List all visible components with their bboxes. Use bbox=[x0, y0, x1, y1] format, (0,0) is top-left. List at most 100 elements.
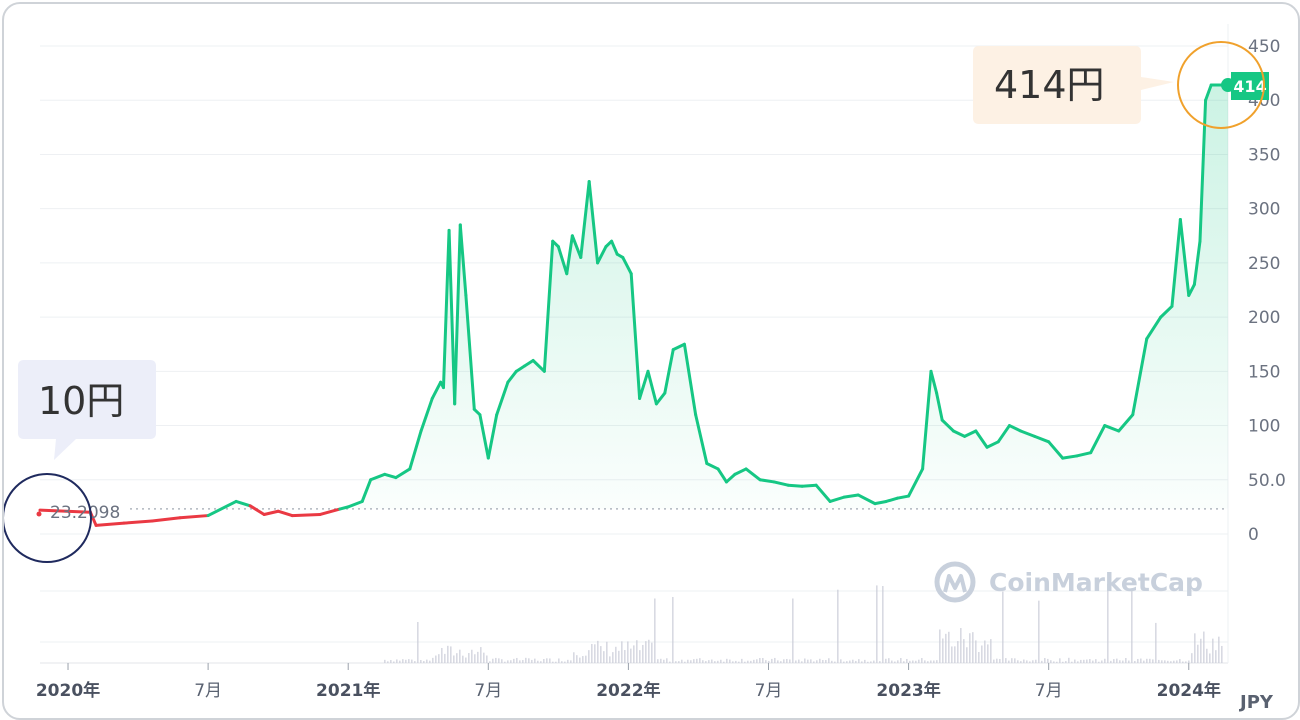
volume-bar bbox=[723, 661, 725, 663]
volume-bar bbox=[687, 659, 689, 663]
volume-bar bbox=[570, 660, 572, 663]
volume-bar bbox=[597, 640, 599, 663]
volume-bar bbox=[930, 660, 932, 663]
volume-bar bbox=[426, 659, 428, 663]
volume-bar bbox=[840, 659, 842, 663]
volume-bar bbox=[663, 659, 665, 663]
volume-bar bbox=[669, 661, 671, 663]
volume-bar bbox=[384, 659, 386, 663]
volume-bar bbox=[690, 660, 692, 663]
volume-bar bbox=[1194, 633, 1196, 663]
volume-bar bbox=[927, 661, 929, 663]
volume-bar bbox=[525, 657, 527, 663]
volume-bar bbox=[900, 658, 902, 663]
volume-bar bbox=[432, 657, 434, 663]
volume-bar bbox=[1185, 661, 1187, 663]
volume-bar bbox=[1158, 659, 1160, 663]
price-line-segment bbox=[248, 504, 266, 516]
volume-bar bbox=[801, 661, 803, 663]
volume-bar bbox=[735, 660, 737, 663]
volume-bar bbox=[939, 629, 941, 663]
volume-bar bbox=[993, 659, 995, 663]
volume-bar bbox=[714, 661, 716, 663]
volume-bar bbox=[942, 638, 944, 663]
volume-bar bbox=[1005, 658, 1007, 663]
y-tick-label: 100 bbox=[1248, 417, 1280, 437]
volume-bar bbox=[699, 658, 701, 663]
volume-bar bbox=[1191, 653, 1193, 663]
volume-bar bbox=[639, 650, 641, 663]
volume-bar bbox=[498, 658, 500, 663]
volume-bar bbox=[1146, 658, 1148, 663]
volume-bar bbox=[924, 660, 926, 663]
volume-bar bbox=[1044, 658, 1046, 663]
volume-bar bbox=[444, 653, 446, 663]
volume-bar bbox=[588, 650, 590, 663]
volume-bar bbox=[852, 659, 854, 663]
volume-bar bbox=[636, 640, 638, 663]
chart-card: CoinMarketCap 0 50.0 100 150 200 250 300 350 400… bbox=[2, 2, 1300, 720]
volume-bar bbox=[756, 659, 758, 663]
volume-bar bbox=[897, 660, 899, 663]
volume-bar bbox=[666, 658, 668, 663]
volume-bar bbox=[828, 658, 830, 663]
volume-bar bbox=[1017, 660, 1019, 663]
x-tick-label: 2021年 bbox=[316, 680, 380, 701]
volume-bar bbox=[582, 656, 584, 663]
volume-bar bbox=[513, 658, 515, 663]
x-tick-label: 7月 bbox=[755, 681, 783, 701]
volume-bar bbox=[981, 645, 983, 663]
volume-bar bbox=[693, 659, 695, 663]
volume-bar bbox=[771, 658, 773, 663]
volume-bar bbox=[552, 661, 554, 663]
volume-bar bbox=[879, 661, 881, 663]
x-tick-label: 7月 bbox=[1035, 681, 1063, 701]
volume-bar bbox=[435, 655, 437, 663]
volume-bar bbox=[1209, 653, 1211, 663]
volume-bar bbox=[414, 661, 416, 663]
y-tick-label: 0 bbox=[1248, 525, 1259, 545]
y-tick-label: 450 bbox=[1248, 37, 1280, 57]
volume-bar bbox=[1053, 661, 1055, 663]
volume-bar bbox=[1056, 661, 1058, 663]
volume-bar bbox=[618, 650, 620, 663]
volume-bar bbox=[621, 641, 623, 663]
price-line-segment bbox=[122, 519, 154, 525]
volume-bar bbox=[1164, 660, 1166, 663]
current-price-tag-text: 414 bbox=[1233, 77, 1266, 96]
volume-bar bbox=[1077, 661, 1079, 663]
volume-bar bbox=[1143, 660, 1145, 663]
volume-bar bbox=[696, 658, 698, 663]
volume-bar bbox=[717, 660, 719, 663]
price-line-segment bbox=[94, 521, 126, 527]
volume-bar bbox=[591, 643, 593, 663]
volume-bar bbox=[738, 661, 740, 663]
volume-bar bbox=[894, 661, 896, 663]
x-tick-label: 2020年 bbox=[36, 680, 100, 701]
volume-bar bbox=[906, 658, 908, 663]
volume-bar bbox=[864, 659, 866, 663]
volume-bar bbox=[462, 655, 464, 663]
volume-bar bbox=[531, 659, 533, 663]
volume-bar bbox=[1074, 659, 1076, 663]
volume-bar bbox=[495, 657, 497, 663]
volume-bar bbox=[600, 646, 602, 663]
start-callout-text: 10円 bbox=[38, 379, 124, 423]
volume-bar bbox=[954, 646, 956, 663]
y-tick-label: 200 bbox=[1248, 308, 1280, 328]
volume-bar bbox=[903, 661, 905, 663]
volume-bar bbox=[1173, 660, 1175, 663]
volume-bar bbox=[888, 658, 890, 663]
volume-bar bbox=[1179, 659, 1181, 663]
y-tick-label: 300 bbox=[1248, 200, 1280, 220]
volume-bar bbox=[948, 631, 950, 663]
volume-bar bbox=[891, 660, 893, 663]
volume-bar bbox=[1071, 661, 1073, 663]
volume-bar bbox=[408, 659, 410, 663]
volume-bar bbox=[561, 661, 563, 663]
volume-bar bbox=[873, 660, 875, 663]
volume-bar bbox=[447, 645, 449, 663]
volume-bar bbox=[1026, 660, 1028, 663]
volume-bar bbox=[624, 650, 626, 663]
volume-bar bbox=[1023, 659, 1025, 663]
